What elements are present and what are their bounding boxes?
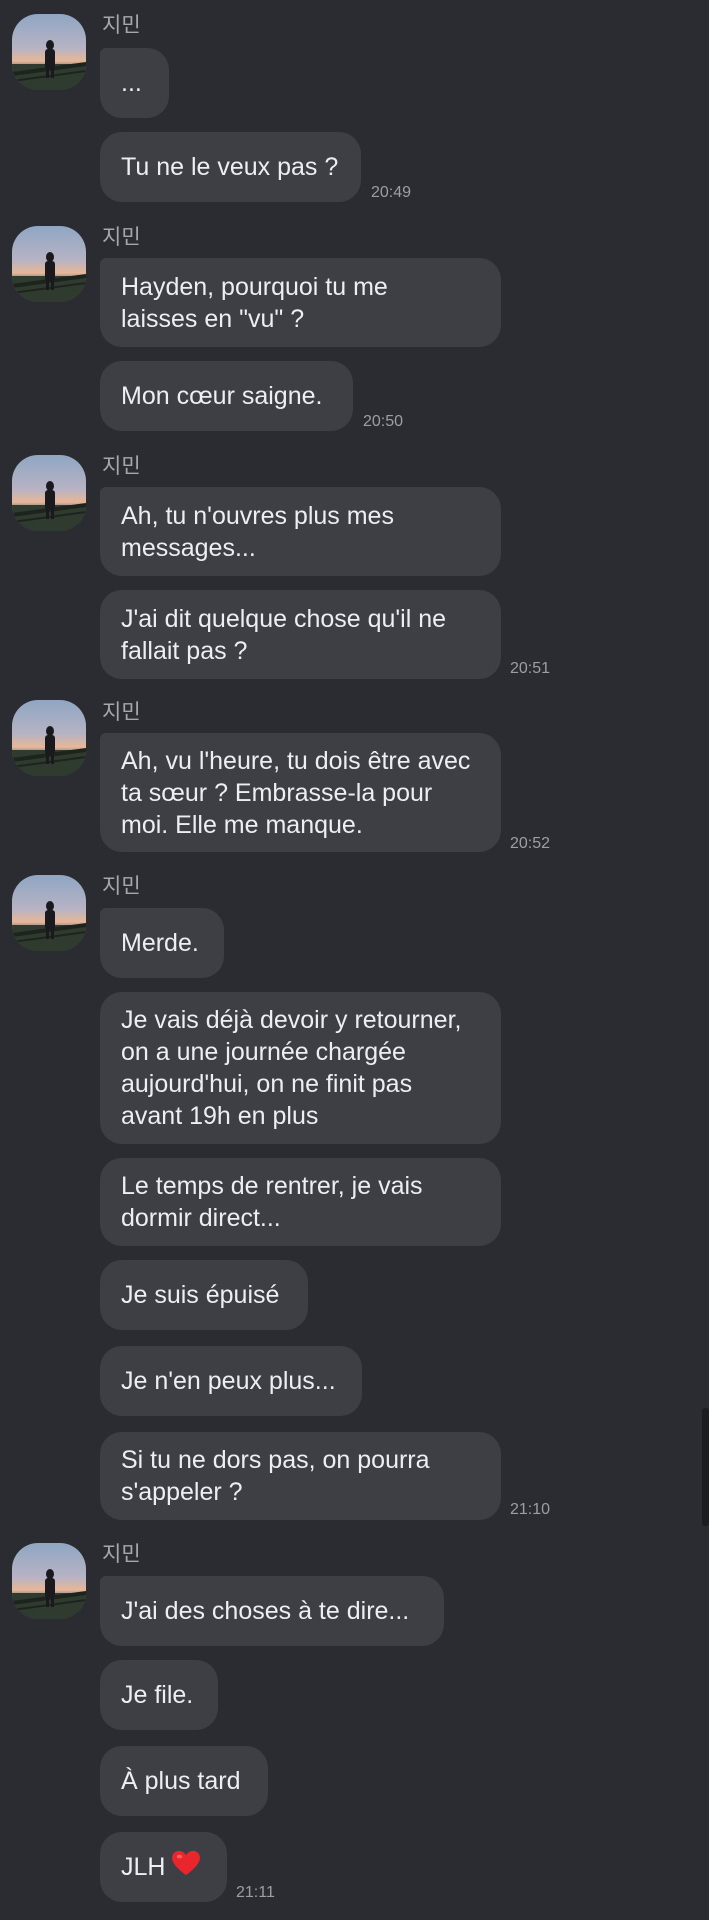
avatar[interactable] — [12, 455, 86, 531]
message-bubble[interactable]: Le temps de rentrer, je vais dormir dire… — [100, 1158, 501, 1246]
message-text: À plus tard — [121, 1767, 241, 1795]
scrollbar-thumb[interactable] — [702, 1408, 709, 1526]
message-bubble[interactable]: ... — [100, 48, 169, 118]
message-bubble[interactable]: Merde. — [100, 908, 224, 978]
message-bubble[interactable]: Ah, tu n'ouvres plus mes messages... — [100, 487, 501, 576]
message-text: Je file. — [121, 1681, 194, 1709]
timestamp: 20:52 — [510, 835, 551, 852]
profile-photo-icon — [12, 455, 86, 531]
message-text: J'ai dit quelque chose qu'il ne fallait … — [121, 604, 447, 665]
sender-name: 지민 — [102, 455, 141, 478]
message-text: Ah, vu l'heure, tu dois être avec ta sœu… — [121, 746, 471, 839]
message-bubble[interactable]: Hayden, pourquoi tu me laisses en "vu" ? — [100, 258, 501, 347]
sender-name: 지민 — [102, 875, 141, 898]
message-bubble[interactable]: Je n'en peux plus... — [100, 1346, 362, 1416]
timestamp: 21:10 — [510, 1501, 551, 1518]
profile-photo-icon — [12, 875, 86, 951]
message-bubble[interactable]: À plus tard — [100, 1746, 268, 1816]
profile-photo-icon — [12, 226, 86, 302]
avatar[interactable] — [12, 700, 86, 776]
message-text: Tu ne le veux pas ? — [121, 153, 339, 181]
message-text: Hayden, pourquoi tu me laisses en "vu" ? — [121, 272, 388, 333]
chat-thread[interactable]: 지민 ... Tu ne le veux pas ? 20:49 지민 Hayd… — [0, 0, 709, 1920]
message-bubble[interactable]: Je file. — [100, 1660, 218, 1730]
message-text: Mon cœur saigne. — [121, 382, 323, 410]
message-text: Ah, tu n'ouvres plus mes messages... — [121, 501, 394, 562]
message-bubble[interactable]: Je vais déjà devoir y retourner, on a un… — [100, 992, 501, 1144]
message-text: Merde. — [121, 929, 199, 957]
message-text: Je vais déjà devoir y retourner, on a un… — [121, 1006, 462, 1130]
timestamp: 20:51 — [510, 660, 551, 677]
timestamp: 20:50 — [363, 413, 404, 430]
message-bubble[interactable]: J'ai des choses à te dire... — [100, 1576, 444, 1646]
message-bubble[interactable]: Mon cœur saigne. — [100, 361, 353, 431]
message-text: Le temps de rentrer, je vais dormir dire… — [121, 1172, 423, 1232]
timestamp: 20:49 — [371, 184, 412, 201]
avatar[interactable] — [12, 226, 86, 302]
message-bubble[interactable]: Tu ne le veux pas ? — [100, 132, 361, 202]
message-text: J'ai des choses à te dire... — [121, 1597, 410, 1625]
red-heart-icon — [171, 1850, 201, 1884]
sender-name: 지민 — [102, 1543, 141, 1566]
sender-name: 지민 — [102, 701, 141, 724]
message-text: Je suis épuisé — [121, 1281, 280, 1309]
message-bubble[interactable]: J'ai dit quelque chose qu'il ne fallait … — [100, 590, 501, 679]
avatar[interactable] — [12, 875, 86, 951]
message-bubble[interactable]: Je suis épuisé — [100, 1260, 308, 1330]
sender-name: 지민 — [102, 14, 141, 37]
message-text: Si tu ne dors pas, on pourra s'appeler ? — [121, 1446, 430, 1506]
message-bubble[interactable]: JLH — [100, 1832, 227, 1902]
avatar[interactable] — [12, 1543, 86, 1619]
message-bubble[interactable]: Si tu ne dors pas, on pourra s'appeler ? — [100, 1432, 501, 1520]
avatar[interactable] — [12, 14, 86, 90]
profile-photo-icon — [12, 1543, 86, 1619]
profile-photo-icon — [12, 14, 86, 90]
profile-photo-icon — [12, 700, 86, 776]
message-text: ... — [121, 69, 142, 97]
message-bubble[interactable]: Ah, vu l'heure, tu dois être avec ta sœu… — [100, 733, 501, 852]
message-text: JLH — [121, 1853, 166, 1881]
message-text: Je n'en peux plus... — [121, 1367, 336, 1395]
timestamp: 21:11 — [236, 1884, 275, 1901]
sender-name: 지민 — [102, 226, 141, 249]
